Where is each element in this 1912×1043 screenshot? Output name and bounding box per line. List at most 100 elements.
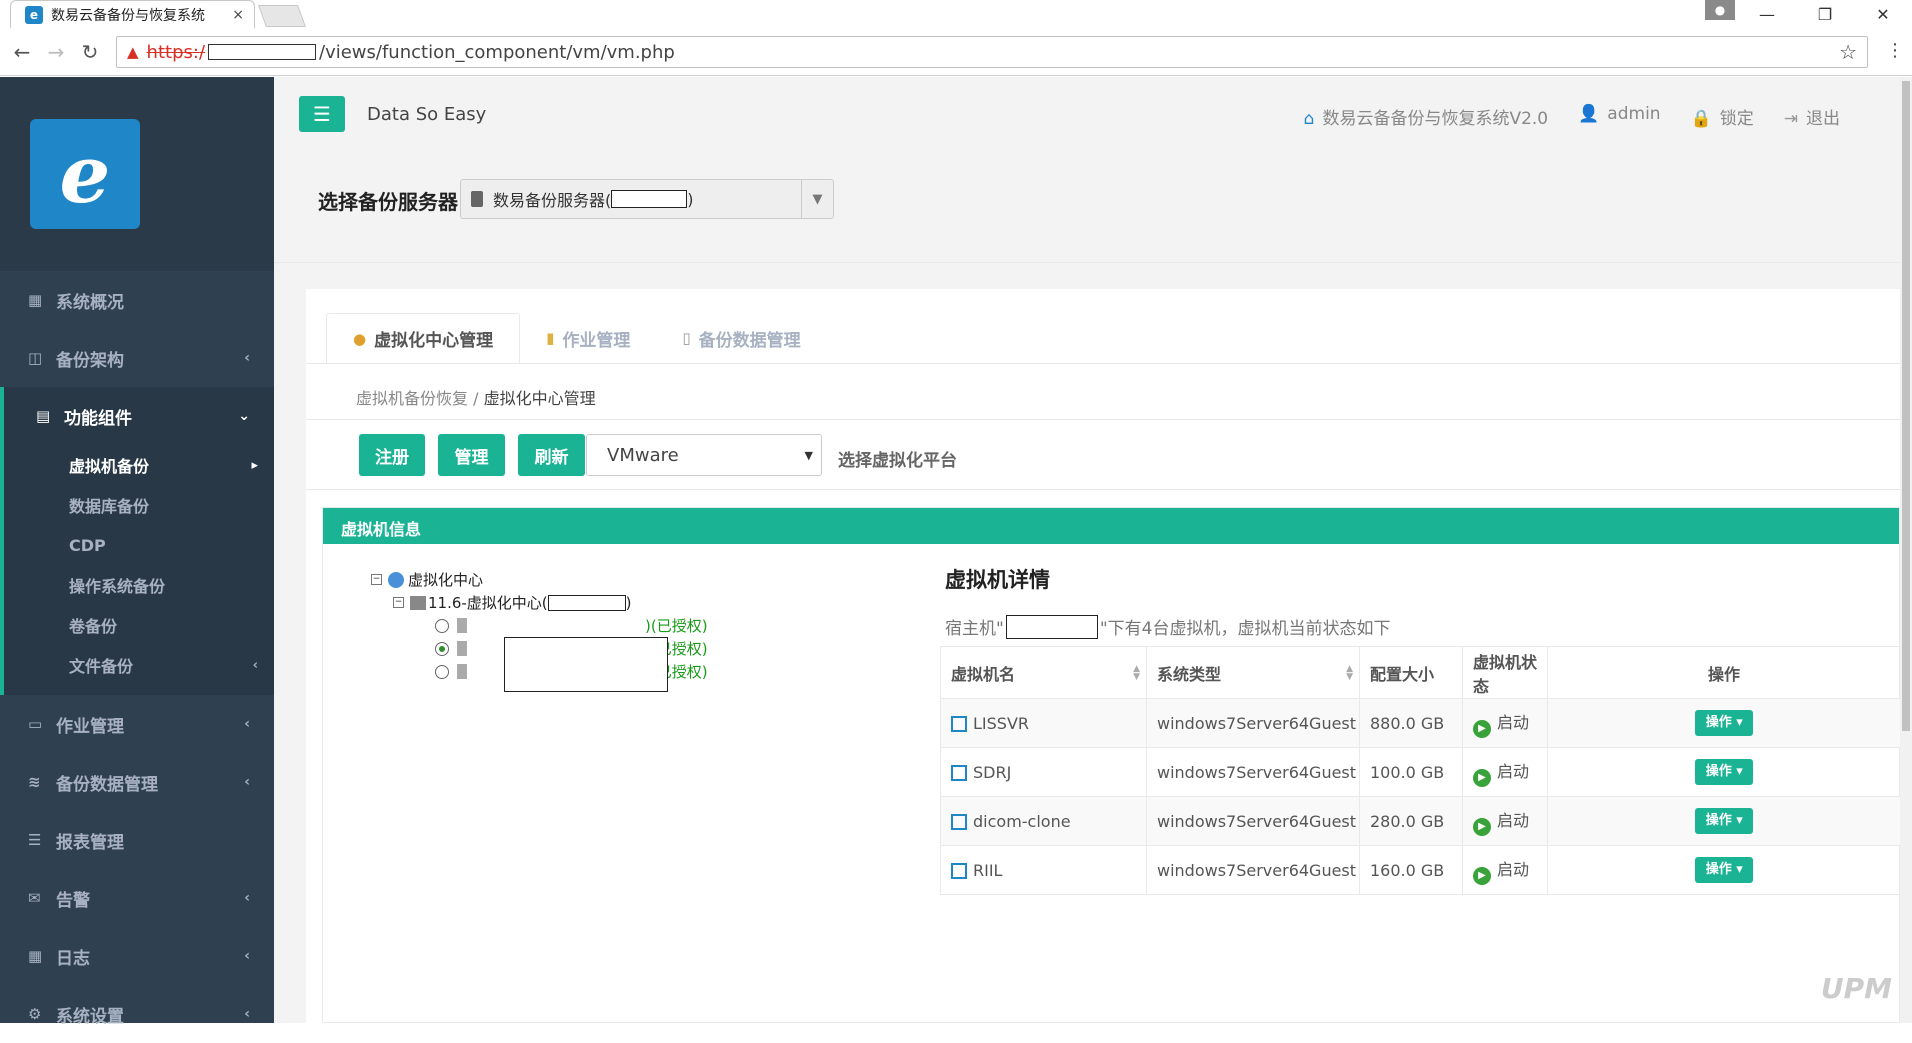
sidebar-subitem-file-backup[interactable]: 文件备份 ‹ bbox=[4, 645, 274, 685]
sidebar-item-logs[interactable]: ▦ 日志 ‹ bbox=[0, 927, 274, 985]
collapse-icon[interactable]: − bbox=[393, 597, 404, 608]
tree-center[interactable]: − 11.6-虚拟化中心( ) bbox=[371, 591, 708, 614]
back-arrow-icon[interactable]: ← bbox=[10, 40, 34, 64]
column-header-vm-name[interactable]: 虚拟机名▲▼ bbox=[941, 647, 1147, 699]
state-cell: ▶启动 bbox=[1463, 748, 1548, 797]
globe-icon: ● bbox=[353, 330, 366, 348]
scrollbar-thumb[interactable] bbox=[1902, 81, 1910, 731]
tree-center-suffix: ) bbox=[626, 594, 632, 612]
vm-name-cell[interactable]: dicom-clone bbox=[941, 797, 1147, 846]
vm-name-cell[interactable]: LISSVR bbox=[941, 699, 1147, 748]
column-label: 系统类型 bbox=[1157, 665, 1221, 684]
vm-info-box: 虚拟机信息 − 虚拟化中心 − 11.6-虚拟化中心( ) bbox=[322, 507, 1900, 1023]
server-icon bbox=[471, 191, 483, 207]
server-name-suffix: ) bbox=[687, 190, 693, 209]
chevron-down-icon[interactable]: ▼ bbox=[801, 180, 833, 218]
manage-button[interactable]: 管理 bbox=[438, 434, 505, 476]
sort-icon[interactable]: ▲▼ bbox=[1346, 665, 1353, 681]
register-button[interactable]: 注册 bbox=[359, 434, 425, 476]
collapse-icon[interactable]: − bbox=[371, 574, 382, 585]
page-scrollbar[interactable] bbox=[1900, 77, 1912, 1023]
tab-job-management[interactable]: ▮ 作业管理 bbox=[520, 313, 656, 363]
lock-link[interactable]: 🔒锁定 bbox=[1691, 104, 1754, 129]
reload-icon[interactable]: ↻ bbox=[78, 40, 102, 64]
chart-icon: ▤ bbox=[36, 407, 56, 425]
sidebar-item-function-components[interactable]: ▤ 功能组件 ⌄ bbox=[0, 387, 274, 445]
redacted-center-address bbox=[548, 595, 626, 611]
sidebar-item-reports[interactable]: ☰ 报表管理 bbox=[0, 811, 274, 869]
sidebar-subitem-os-backup[interactable]: 操作系统备份 bbox=[4, 565, 274, 605]
operation-dropdown-button[interactable]: 操作 ▾ bbox=[1695, 710, 1753, 736]
logout-label: 退出 bbox=[1806, 109, 1840, 129]
state-cell: ▶启动 bbox=[1463, 846, 1548, 895]
tab-virtualization-center[interactable]: ● 虚拟化中心管理 bbox=[326, 313, 520, 363]
user-link[interactable]: 👤 admin bbox=[1578, 104, 1660, 129]
sidebar-item-backup-data[interactable]: ≋ 备份数据管理 ‹ bbox=[0, 753, 274, 811]
sidebar-item-overview[interactable]: ▦ 系统概况 bbox=[0, 271, 274, 329]
state-cell: ▶启动 bbox=[1463, 699, 1548, 748]
chevron-left-icon: ‹ bbox=[244, 948, 250, 964]
sidebar-subitem-volume-backup[interactable]: 卷备份 bbox=[4, 605, 274, 645]
state-cell: ▶启动 bbox=[1463, 797, 1548, 846]
new-tab-button[interactable] bbox=[258, 5, 306, 27]
tree-vm-item[interactable]: )(已授权) bbox=[371, 614, 708, 637]
browser-menu-icon[interactable]: ⋮ bbox=[1886, 40, 1904, 61]
vm-name-cell[interactable]: SDRJ bbox=[941, 748, 1147, 797]
platform-select[interactable]: VMware ▼ bbox=[586, 434, 822, 476]
close-window-button[interactable]: ✕ bbox=[1854, 0, 1912, 28]
forward-arrow-icon[interactable]: → bbox=[44, 40, 68, 64]
url-field[interactable]: ▲ https:/ /views/function_component/vm/v… bbox=[116, 36, 1868, 68]
subitem-label: 文件备份 bbox=[69, 653, 133, 677]
column-label: 虚拟机状态 bbox=[1473, 653, 1537, 696]
system-home-link[interactable]: ⌂数易云备备份与恢复系统V2.0 bbox=[1304, 104, 1548, 129]
column-label: 配置大小 bbox=[1370, 665, 1434, 684]
subitem-label: CDP bbox=[69, 536, 106, 555]
username: admin bbox=[1607, 104, 1660, 124]
sidebar-item-settings[interactable]: ⚙ 系统设置 ‹ bbox=[0, 985, 274, 1043]
vm-radio[interactable] bbox=[435, 619, 449, 633]
user-icon: 👤 bbox=[1578, 104, 1599, 124]
url-redacted-host bbox=[208, 44, 316, 60]
operation-dropdown-button[interactable]: 操作 ▾ bbox=[1695, 759, 1753, 785]
table-row: LISSVR windows7Server64Guest 880.0 GB ▶启… bbox=[941, 699, 1901, 748]
action-cell: 操作 ▾ bbox=[1548, 797, 1901, 846]
url-scheme: https:/ bbox=[147, 42, 205, 63]
refresh-button[interactable]: 刷新 bbox=[518, 434, 585, 476]
sort-icon[interactable]: ▲▼ bbox=[1133, 665, 1140, 681]
sidebar-item-backup-architecture[interactable]: ◫ 备份架构 ‹ bbox=[0, 329, 274, 387]
sidebar-subitem-database-backup[interactable]: 数据库备份 bbox=[4, 485, 274, 525]
sidebar-item-alerts[interactable]: ✉ 告警 ‹ bbox=[0, 869, 274, 927]
vm-name: RIIL bbox=[973, 861, 1002, 880]
server-select[interactable]: 数易备份服务器( ) ▼ bbox=[460, 179, 834, 219]
column-header-os-type[interactable]: 系统类型 ▲▼ bbox=[1147, 647, 1360, 699]
breadcrumb-parent[interactable]: 虚拟机备份恢复 / bbox=[356, 389, 478, 408]
vm-icon bbox=[951, 814, 967, 830]
monitor-icon: ▭ bbox=[28, 715, 48, 733]
operation-dropdown-button[interactable]: 操作 ▾ bbox=[1695, 808, 1753, 834]
bookmark-star-icon[interactable]: ☆ bbox=[1839, 40, 1857, 64]
url-path: /views/function_component/vm/vm.php bbox=[319, 42, 675, 63]
sidebar-item-job-management[interactable]: ▭ 作业管理 ‹ bbox=[0, 695, 274, 753]
list-icon: ☰ bbox=[28, 831, 48, 849]
profile-icon[interactable]: ● bbox=[1705, 0, 1735, 20]
menu-toggle-button[interactable]: ☰ bbox=[299, 96, 345, 132]
minimize-button[interactable]: — bbox=[1738, 0, 1796, 28]
vm-radio[interactable] bbox=[435, 665, 449, 679]
browser-tab[interactable]: e 数易云备备份与恢复系统 × bbox=[10, 0, 255, 28]
operation-dropdown-button[interactable]: 操作 ▾ bbox=[1695, 857, 1753, 883]
tab-backup-data[interactable]: ▯ 备份数据管理 bbox=[656, 313, 826, 363]
vm-name-cell[interactable]: RIIL bbox=[941, 846, 1147, 895]
database-icon: ≋ bbox=[28, 773, 48, 791]
sidebar-subitem-cdp[interactable]: CDP bbox=[4, 525, 274, 565]
tree-root[interactable]: − 虚拟化中心 bbox=[371, 568, 708, 591]
logout-link[interactable]: ⇥退出 bbox=[1784, 104, 1840, 129]
tab-title: 数易云备备份与恢复系统 bbox=[51, 5, 224, 25]
action-cell: 操作 ▾ bbox=[1548, 748, 1901, 797]
grid-icon: ▦ bbox=[28, 291, 48, 309]
column-header-size: 配置大小 bbox=[1360, 647, 1463, 699]
tab-close-icon[interactable]: × bbox=[232, 7, 244, 23]
vm-radio[interactable] bbox=[435, 642, 449, 656]
restore-button[interactable]: ❐ bbox=[1796, 0, 1854, 28]
caret-down-icon: ▼ bbox=[805, 449, 813, 462]
sidebar-subitem-vm-backup[interactable]: 虚拟机备份 ▸ bbox=[4, 445, 274, 485]
